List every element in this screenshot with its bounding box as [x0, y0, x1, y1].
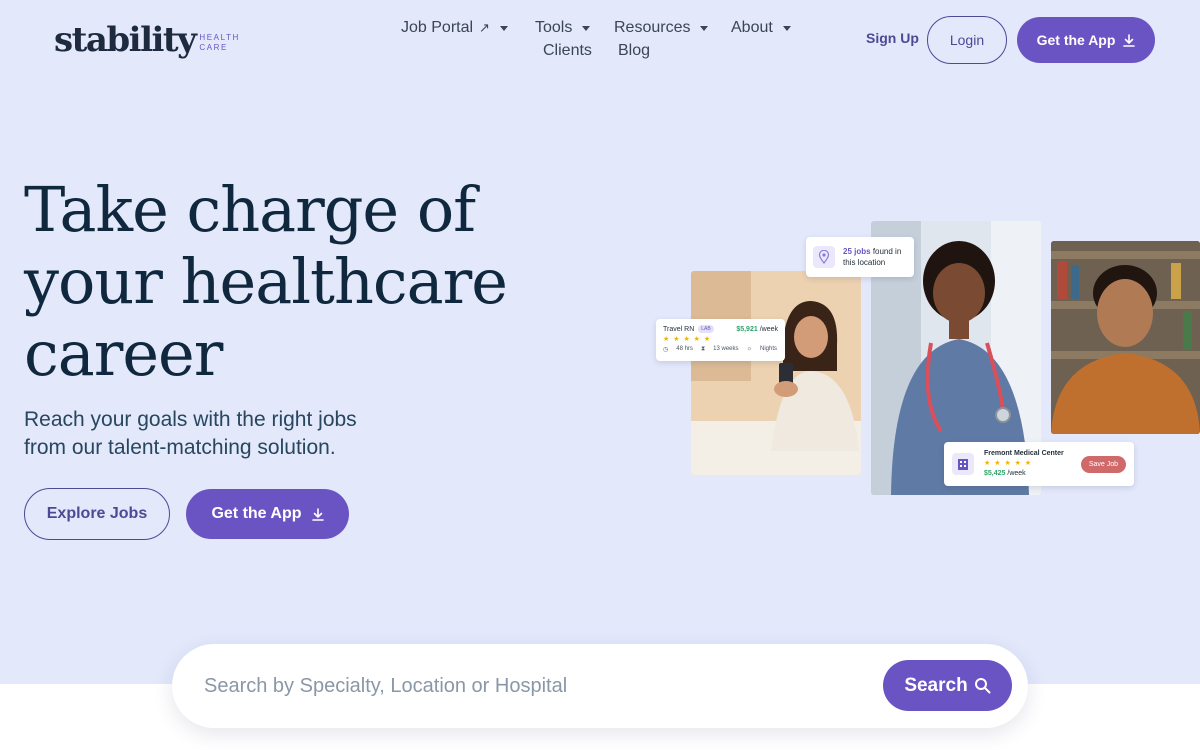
nav-label: Blog [618, 42, 651, 59]
download-icon [1123, 33, 1136, 47]
nav-item-resources[interactable]: Resources [614, 19, 709, 37]
jobs-count: 25 jobs [843, 247, 871, 256]
search-button[interactable]: Search [883, 660, 1012, 711]
nav-label: About [731, 19, 773, 36]
logo-subtitle-line2: CARE [199, 43, 228, 52]
hospital-name: Fremont Medical Center [984, 450, 1064, 457]
explore-jobs-button[interactable]: Explore Jobs [24, 488, 170, 540]
login-button[interactable]: Login [927, 16, 1007, 64]
hero-subheadline-line1: Reach your goals with the right jobs [24, 408, 357, 431]
arrow-up-right-icon: ↗ [479, 20, 490, 35]
hero-subheadline-line2: from our talent-matching solution. [24, 436, 336, 459]
photo-woman-with-phone [691, 271, 861, 475]
job-pay-unit: /week [1007, 470, 1026, 477]
sun-icon: ☼ [746, 346, 753, 352]
sign-up-link[interactable]: Sign Up [866, 30, 919, 46]
chevron-down-icon [782, 25, 791, 31]
nav-label: Resources [614, 19, 691, 36]
nav-item-tools[interactable]: Tools [535, 19, 591, 37]
nav-item-blog[interactable]: Blog [618, 42, 650, 60]
job-badge: LAB [698, 325, 714, 333]
job-title: Travel RN [663, 325, 695, 333]
search-button-label: Search [904, 674, 968, 696]
jobs-found-text: found in [872, 247, 902, 256]
hero-headline-line1: Take charge of [24, 173, 476, 246]
logo-wordmark: stability [54, 20, 197, 60]
nav-label: Tools [535, 19, 573, 36]
nav-item-job-portal[interactable]: Job Portal ↗ [401, 19, 508, 37]
search-input[interactable] [204, 666, 864, 706]
jobs-location-text: this location [843, 258, 886, 267]
chevron-down-icon [499, 25, 508, 31]
get-app-button-header[interactable]: Get the App [1017, 17, 1155, 63]
building-icon [952, 453, 974, 475]
nav-item-about[interactable]: About [731, 19, 791, 37]
map-pin-icon [813, 246, 835, 268]
jobs-found-card: 25 jobs found in this location [806, 237, 914, 277]
hero-headline-line3: career [24, 317, 223, 390]
get-app-label: Get the App [211, 505, 302, 522]
rating-stars: ★ ★ ★ ★ ★ [984, 460, 1033, 467]
search-icon [974, 678, 991, 694]
job-pay: $5,425 [984, 470, 1006, 477]
logo-subtitle: HEALTH CARE [199, 33, 240, 53]
photo-smiling-man [1051, 241, 1200, 434]
job-search-bar: Search [172, 644, 1028, 728]
hourglass-icon: ⧗ [700, 346, 706, 352]
clock-icon: ◷ [663, 347, 669, 353]
chevron-down-icon [700, 25, 709, 31]
job-pay-unit: /week [759, 325, 778, 333]
logo-subtitle-line1: HEALTH [199, 33, 240, 42]
chevron-down-icon [582, 25, 591, 31]
save-job-button[interactable]: Save Job [1080, 455, 1126, 473]
hero-headline: Take charge of your healthcare career [24, 174, 544, 390]
rating-stars: ★ ★ ★ ★ ★ [663, 336, 712, 343]
nav-label: Job Portal [401, 19, 474, 36]
download-icon [311, 507, 324, 521]
job-card-fremont[interactable]: Fremont Medical Center ★ ★ ★ ★ ★ $5,425 … [944, 442, 1134, 486]
hero-headline-line2: your healthcare [24, 245, 508, 318]
nav-label: Clients [543, 42, 592, 59]
get-app-button-hero[interactable]: Get the App [186, 489, 349, 539]
job-shift: Nights [760, 346, 778, 352]
job-pay: $5,921 [736, 325, 758, 333]
hero-subheadline: Reach your goals with the right jobs fro… [24, 406, 444, 462]
brand-logo[interactable]: stability HEALTH CARE [54, 20, 240, 60]
job-card-travel-rn[interactable]: Travel RN LAB $5,921 /week ★ ★ ★ ★ ★ ◷ 48… [656, 319, 785, 361]
job-hours: 48 hrs [676, 346, 693, 352]
job-duration: 13 weeks [713, 346, 739, 352]
get-app-label: Get the App [1036, 32, 1116, 48]
nav-item-clients[interactable]: Clients [543, 42, 592, 60]
